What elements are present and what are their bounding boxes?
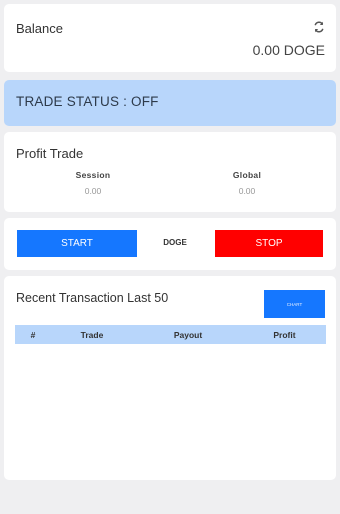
column-header-payout: Payout: [173, 329, 203, 340]
control-card: START DOGE STOP: [4, 218, 336, 270]
global-value: 0.00: [238, 186, 256, 196]
balance-card: Balance 0.00 DOGE: [4, 4, 336, 72]
global-profit: Global 0.00: [187, 170, 307, 196]
chart-button[interactable]: CHART: [264, 290, 325, 318]
profit-title: Profit Trade: [16, 146, 84, 161]
session-value: 0.00: [84, 186, 102, 196]
balance-label: Balance: [16, 21, 63, 36]
column-header-profit: Profit: [273, 329, 296, 340]
trade-status-banner: TRADE STATUS : OFF: [4, 80, 336, 126]
trade-status-text: TRADE STATUS : OFF: [16, 94, 159, 109]
column-header-trade: Trade: [80, 329, 104, 340]
session-profit: Session 0.00: [33, 170, 153, 196]
stop-button[interactable]: STOP: [215, 230, 323, 257]
session-label: Session: [75, 170, 111, 180]
coin-label: DOGE: [163, 238, 187, 247]
global-label: Global: [232, 170, 262, 180]
start-button[interactable]: START: [17, 230, 137, 257]
transactions-card: Recent Transaction Last 50 CHART # Trade…: [4, 276, 336, 480]
transactions-title: Recent Transaction Last 50: [16, 291, 169, 305]
profit-card: Profit Trade Session 0.00 Global 0.00: [4, 132, 336, 212]
refresh-icon[interactable]: [312, 20, 326, 34]
transactions-table-header: # Trade Payout Profit: [15, 325, 326, 344]
column-header-number: #: [30, 329, 36, 340]
balance-value: 0.00 DOGE: [252, 42, 325, 58]
